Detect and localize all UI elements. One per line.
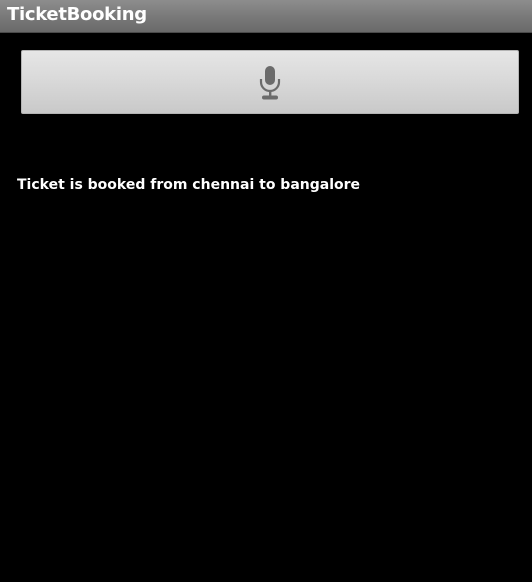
microphone-icon [259,66,281,100]
booking-status-message: Ticket is booked from chennai to bangalo… [17,177,361,193]
voice-input-button[interactable] [21,50,519,114]
app-window: TicketBooking Ticket is booked from chen… [0,0,532,582]
app-title: TicketBooking [7,4,147,25]
title-bar: TicketBooking [0,0,532,33]
